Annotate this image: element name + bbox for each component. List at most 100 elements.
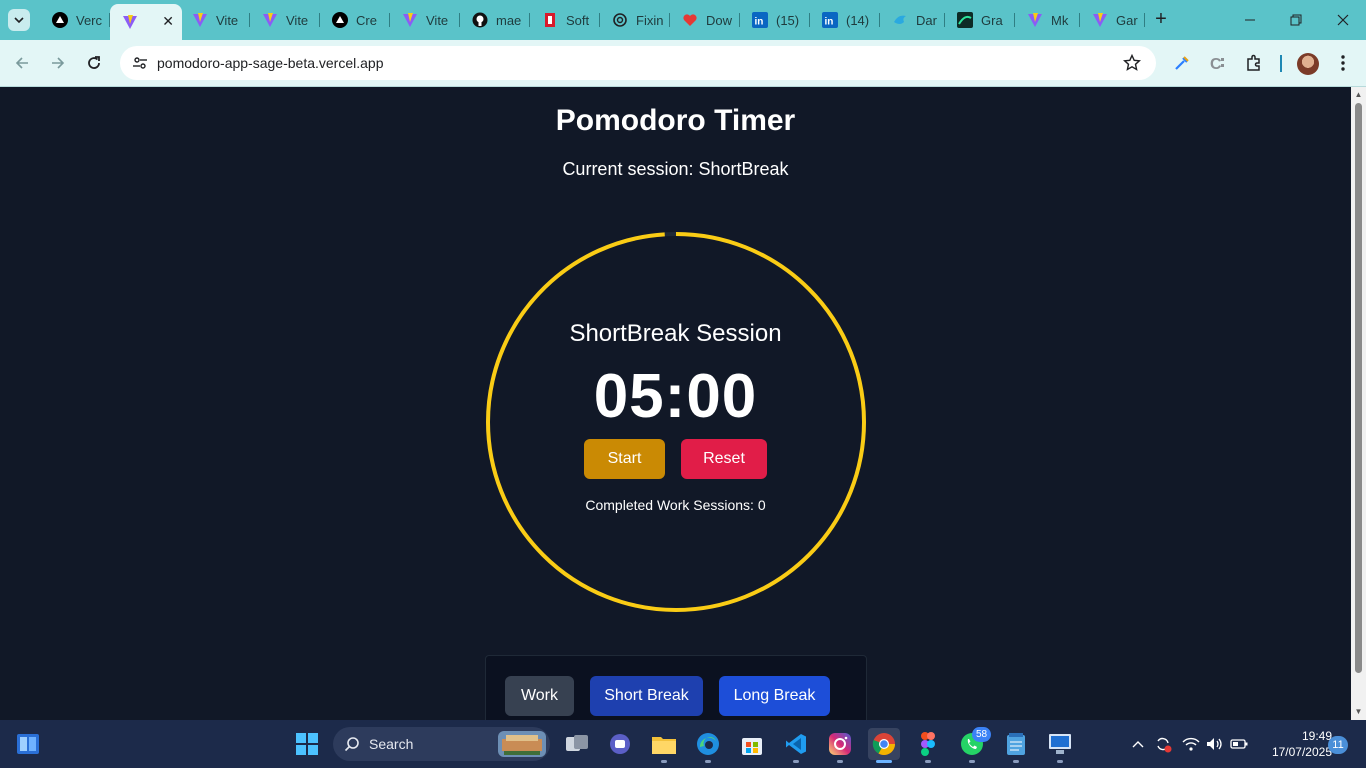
site-settings-icon[interactable] (128, 51, 152, 75)
scroll-down-arrow-icon[interactable]: ▼ (1354, 707, 1363, 716)
arrow-left-icon (15, 57, 28, 69)
vite-icon (402, 12, 418, 28)
browser-tab[interactable]: Cre (320, 6, 390, 34)
browser-tab[interactable]: in (15) (740, 6, 810, 34)
current-session-text: Current session: ShortBreak (562, 159, 789, 179)
volume-icon[interactable] (1205, 733, 1225, 755)
restore-button[interactable] (1284, 8, 1308, 32)
notepad-icon[interactable] (1000, 728, 1032, 760)
vite-icon (1092, 12, 1108, 28)
work-mode-button[interactable]: Work (505, 676, 574, 716)
running-indicator (705, 760, 711, 763)
tab-title: (14) (846, 12, 870, 28)
store-icon[interactable] (736, 728, 768, 760)
chrome-icon[interactable] (868, 728, 900, 760)
search-highlight-image (498, 731, 546, 757)
browser-tab[interactable]: Fixin (600, 6, 670, 34)
page-scrollbar[interactable]: ▲ ▼ (1351, 87, 1366, 720)
browser-tab[interactable]: mae (460, 6, 530, 34)
vite-icon (192, 12, 208, 28)
close-window-button[interactable] (1331, 8, 1355, 32)
vite-icon (262, 12, 278, 28)
short-break-button[interactable]: Short Break (590, 676, 703, 716)
browser-tab[interactable]: Gra (945, 6, 1015, 34)
battery-icon[interactable] (1229, 733, 1249, 755)
linkedin-icon: in (752, 12, 768, 28)
pomodoro-page: Pomodoro Timer Current session: ShortBre… (0, 87, 1351, 720)
taskbar-search-box[interactable]: Search (333, 727, 550, 761)
tab-search-button[interactable] (8, 9, 30, 31)
notification-center-badge[interactable]: 11 (1328, 736, 1348, 754)
extension-c-icon[interactable]: C (1207, 52, 1229, 74)
browser-tab[interactable]: Gar (1080, 6, 1145, 34)
eyedropper-extension-icon[interactable] (1171, 52, 1193, 74)
show-hidden-icons-icon[interactable] (1130, 733, 1146, 755)
taskbar-clock-time[interactable]: 19:49 (1272, 729, 1332, 743)
taskbar-clock-date[interactable]: 17/07/2025 (1262, 745, 1332, 759)
bookmark-star-icon[interactable] (1122, 53, 1142, 73)
browser-tab[interactable]: Vite (250, 6, 320, 34)
reload-icon (88, 56, 100, 69)
vercel-icon (52, 12, 68, 28)
tab-title: Cre (356, 12, 377, 28)
sync-status-icon[interactable] (1153, 733, 1173, 755)
tab-title: Verc (76, 12, 103, 28)
figma-icon[interactable] (912, 728, 944, 760)
url-text[interactable]: pomodoro-app-sage-beta.vercel.app (157, 55, 383, 71)
tab-title: (15) (776, 12, 800, 28)
search-icon (344, 737, 359, 752)
task-view-icon[interactable] (561, 728, 593, 760)
restore-icon (1290, 14, 1302, 26)
vercel-icon (332, 12, 348, 28)
chrome-menu-icon[interactable] (1332, 52, 1354, 74)
linkedin-icon: in (822, 12, 838, 28)
browser-tab[interactable]: Vite (180, 6, 250, 34)
browser-tab[interactable]: Verc (40, 6, 110, 34)
tab-active[interactable]: ✕ (110, 4, 182, 40)
profile-avatar[interactable] (1297, 53, 1319, 75)
long-break-button[interactable]: Long Break (719, 676, 830, 716)
running-indicator (925, 760, 931, 763)
reload-button[interactable] (81, 50, 107, 76)
browser-tab[interactable]: in (14) (810, 6, 880, 34)
browser-tab[interactable]: Mk (1015, 6, 1080, 34)
completed-sessions-text: Completed Work Sessions: 0 (585, 497, 766, 513)
whatsapp-notification-badge: 58 (972, 727, 991, 742)
browser-tab[interactable]: Dar (880, 6, 945, 34)
teams-icon[interactable] (604, 728, 636, 760)
scrollbar-thumb[interactable] (1355, 103, 1362, 673)
new-tab-button[interactable]: + (1150, 8, 1172, 30)
vite-icon (1027, 12, 1043, 28)
wifi-icon[interactable] (1181, 733, 1201, 755)
start-button[interactable]: Start (584, 439, 665, 479)
tab-title: Vite (216, 12, 239, 28)
browser-tab[interactable]: Vite (390, 6, 460, 34)
edge-icon[interactable] (692, 728, 724, 760)
minimize-button[interactable] (1238, 8, 1262, 32)
address-bar[interactable]: pomodoro-app-sage-beta.vercel.app (120, 46, 1156, 80)
file-explorer-icon[interactable] (648, 728, 680, 760)
browser-tab[interactable]: Soft (530, 6, 600, 34)
vscode-icon[interactable] (780, 728, 812, 760)
session-label: ShortBreak Session (569, 320, 782, 347)
widgets-icon[interactable] (12, 728, 44, 760)
chevron-down-icon (14, 17, 24, 24)
start-icon[interactable] (291, 728, 323, 760)
browser-tab[interactable]: Dow (670, 6, 740, 34)
minimize-icon (1245, 19, 1255, 21)
tab-title: Vite (286, 12, 309, 28)
svg-text:in: in (755, 17, 764, 28)
instagram-icon[interactable] (824, 728, 856, 760)
back-button[interactable] (9, 50, 35, 76)
tab-title: mae (496, 12, 522, 28)
remote-desktop-icon[interactable] (1044, 728, 1076, 760)
extensions-puzzle-icon[interactable] (1243, 52, 1265, 74)
tab-title: Fixin (636, 12, 664, 28)
running-indicator (969, 760, 975, 763)
close-tab-icon[interactable]: ✕ (162, 13, 174, 30)
running-indicator (1057, 760, 1063, 763)
reset-button[interactable]: Reset (681, 439, 767, 479)
scroll-up-arrow-icon[interactable]: ▲ (1354, 90, 1363, 99)
running-indicator (793, 760, 799, 763)
forward-button[interactable] (45, 50, 71, 76)
